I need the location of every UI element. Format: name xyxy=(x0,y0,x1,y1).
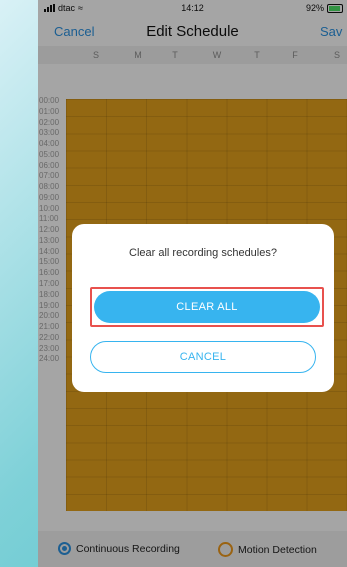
phone-screen: dtac ≈ 14:12 92% Cancel Edit Schedule Sa… xyxy=(38,0,347,567)
cancel-button[interactable]: CANCEL xyxy=(90,341,316,373)
clear-all-button[interactable]: CLEAR ALL xyxy=(94,291,320,323)
dialog-message: Clear all recording schedules? xyxy=(129,247,277,259)
